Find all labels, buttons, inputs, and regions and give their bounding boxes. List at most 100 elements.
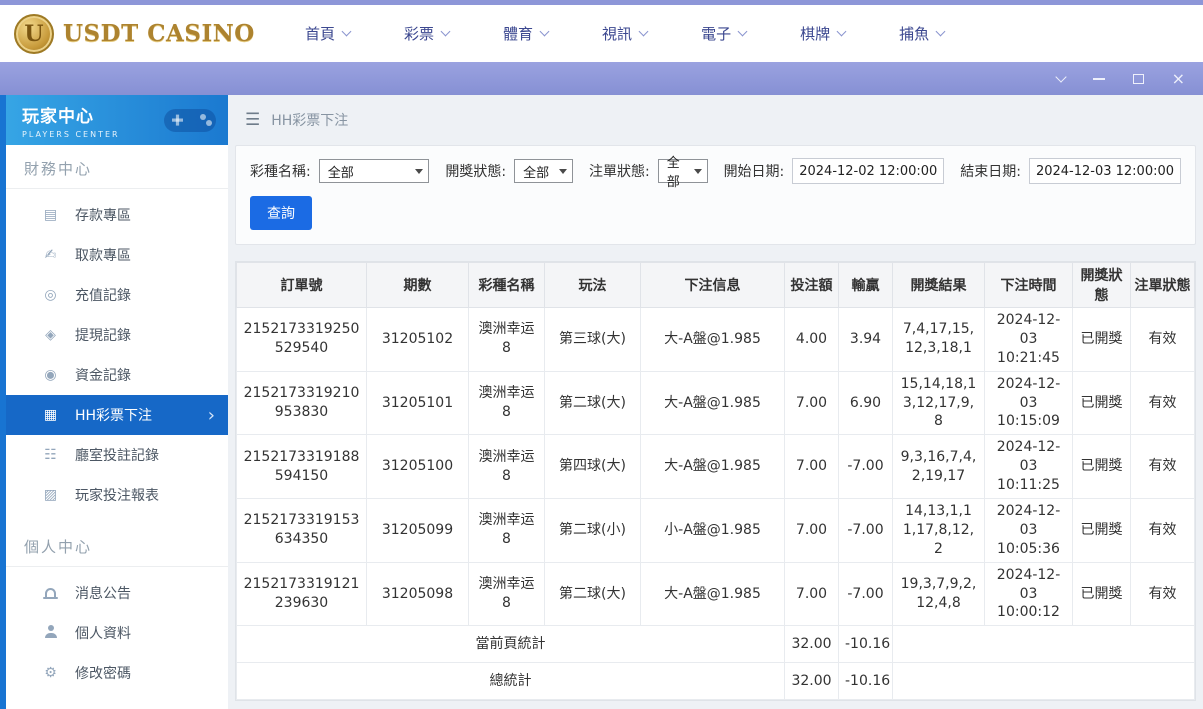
order-status-select[interactable]: 全部 [657,156,708,190]
lottery-name-label: 彩種名稱: [250,164,311,180]
nav-item-lottery[interactable]: 彩票 [377,5,476,62]
table-row-grand-summary: 總統計 32.00 -10.16 [236,662,1195,701]
cell-bet-info: 大-A盤@1.985 [640,561,785,627]
table-row-page-summary: 當前頁統計 32.00 -10.16 [236,625,1195,664]
sidebar-item-change-password[interactable]: ⚙ 修改密碼 [6,653,228,693]
page-summary-win-loss: -10.16 [838,625,893,664]
end-date-input[interactable] [1029,158,1181,184]
chevron-down-icon [440,26,451,36]
cell-order-status: 有效 [1130,561,1195,627]
gamepad-icon [160,100,222,144]
page-title: HH彩票下注 [271,113,349,129]
cell-bet-time: 2024-12-03 10:15:09 [984,370,1073,436]
nav-item-board-games[interactable]: 棋牌 [773,5,872,62]
sidebar-item-fund-records[interactable]: ◉ 資金記錄 [6,355,228,395]
filter-panel: 彩種名稱: 全部 開獎狀態: 全部 注單狀態: 全部 開始日期: 結束日期: [235,145,1196,245]
nav-label: 首頁 [305,25,336,43]
bet-records-panel: 訂單號 期數 彩種名稱 玩法 下注信息 投注額 輸贏 開獎結果 下注時間 開獎狀… [235,261,1196,702]
sidebar-item-label: HH彩票下注 [75,408,153,424]
col-header-order-no: 訂單號 [236,262,367,308]
cell-win-loss: -7.00 [838,561,893,627]
col-header-issue: 期數 [366,262,469,308]
bet-records-table: 訂單號 期數 彩種名稱 玩法 下注信息 投注額 輸贏 開獎結果 下注時間 開獎狀… [236,262,1195,701]
chevron-down-icon [638,26,649,36]
page-summary-label: 當前頁統計 [236,625,785,664]
sidebar-item-label: 個人資料 [75,626,131,642]
cell-win-loss: 6.90 [838,370,893,436]
sidebar-item-withdraw[interactable]: ✍ 取款專區 [6,235,228,275]
order-status-label: 注單狀態: [588,164,650,180]
breadcrumb: ☰ HH彩票下注 [235,95,1196,145]
close-button[interactable]: × [1171,68,1185,88]
cell-bet-info: 小-A盤@1.985 [640,498,785,563]
col-header-bet-time: 下注時間 [984,262,1073,308]
cashout-record-icon: ◈ [45,327,56,343]
chevron-down-icon [737,26,748,36]
sidebar-item-label: 玩家投注報表 [75,488,159,504]
cell-bet-amount: 7.00 [784,561,839,627]
table-header-row: 訂單號 期數 彩種名稱 玩法 下注信息 投注額 輸贏 開獎結果 下注時間 開獎狀… [236,262,1195,308]
cell-lottery-name: 澳洲幸运8 [468,434,545,500]
grand-summary-win-loss: -10.16 [838,662,893,701]
lottery-name-select[interactable]: 全部 [318,159,430,183]
cell-order-no: 2152173319188594150 [236,434,367,500]
draw-status-select[interactable]: 全部 [514,159,573,183]
bell-icon [42,585,59,601]
sidebar-item-player-bet-report[interactable]: ▨ 玩家投注報表 [6,475,228,515]
cell-bet-time: 2024-12-03 10:05:36 [984,498,1073,563]
chevron-down-icon [539,26,550,36]
col-header-order-status: 注單狀態 [1130,262,1195,308]
cell-lottery-name: 澳洲幸运8 [468,498,545,563]
col-header-draw-status: 開獎狀態 [1072,262,1131,308]
recharge-record-icon: ◎ [44,287,57,303]
grand-summary-bet-total: 32.00 [784,662,839,701]
col-header-bet-amount: 投注額 [784,262,839,308]
nav-label: 彩票 [404,25,435,43]
sidebar-item-profile[interactable]: 個人資料 [6,613,228,653]
table-row: 2152173319188594150 31205100 澳洲幸运8 第四球(大… [236,434,1195,500]
cell-bet-time: 2024-12-03 10:11:25 [984,434,1073,500]
cell-bet-amount: 7.00 [784,498,839,563]
col-header-lottery-name: 彩種名稱 [468,262,545,308]
sidebar-item-hall-bet-records[interactable]: ☷ 廳室投註記錄 [6,435,228,475]
maximize-button[interactable] [1132,73,1144,84]
sidebar-item-recharge-records[interactable]: ◎ 充值記錄 [6,275,228,315]
cell-order-no: 2152173319153634350 [236,498,367,563]
nav-item-sports[interactable]: 體育 [476,5,575,62]
nav-label: 體育 [503,25,534,43]
cell-draw-result: 7,4,17,15,12,3,18,1 [892,307,985,372]
grand-summary-label: 總統計 [236,662,785,701]
cell-bet-info: 大-A盤@1.985 [640,434,785,500]
sidebar-item-hh-lottery-bets[interactable]: ▦ HH彩票下注 › [6,395,228,435]
collapse-button[interactable] [1054,70,1067,83]
hall-bet-record-icon: ☷ [44,447,57,463]
sidebar: 玩家中心 PLAYERS CENTER 財務中心 ▤ 存款專區 ✍ 取款專區 ◎… [0,95,228,709]
nav-item-live-video[interactable]: 視訊 [575,5,674,62]
cell-bet-amount: 7.00 [784,370,839,436]
cell-draw-result: 15,14,18,13,12,17,9,8 [892,370,985,436]
cell-win-loss: 3.94 [838,307,893,372]
lottery-bet-icon: ▦ [43,407,58,423]
col-header-play-type: 玩法 [544,262,641,308]
cell-lottery-name: 澳洲幸运8 [468,561,545,627]
nav-label: 捕魚 [899,25,930,43]
sidebar-item-announcements[interactable]: 消息公告 [6,573,228,613]
menu-toggle-icon[interactable]: ☰ [245,110,260,130]
table-row: 2152173319121239630 31205098 澳洲幸运8 第二球(大… [236,561,1195,627]
minimize-button[interactable] [1092,77,1105,80]
start-date-input[interactable] [792,158,945,184]
sidebar-item-deposit[interactable]: ▤ 存款專區 [6,195,228,235]
cell-win-loss: -7.00 [838,434,893,500]
nav-item-slots[interactable]: 電子 [674,5,773,62]
sidebar-item-label: 充值記錄 [75,288,131,304]
player-report-icon: ▨ [43,487,58,503]
cell-play-type: 第二球(小) [544,498,641,563]
nav-item-home[interactable]: 首頁 [278,5,377,62]
sidebar-item-withdrawal-records[interactable]: ◈ 提現記錄 [6,315,228,355]
window-title-bar: × [0,62,1203,95]
search-button[interactable]: 查詢 [250,196,312,230]
nav-item-fishing[interactable]: 捕魚 [872,5,971,62]
chevron-down-icon [1054,70,1067,83]
end-date-label: 結束日期: [960,164,1021,180]
close-icon: × [1171,68,1185,88]
